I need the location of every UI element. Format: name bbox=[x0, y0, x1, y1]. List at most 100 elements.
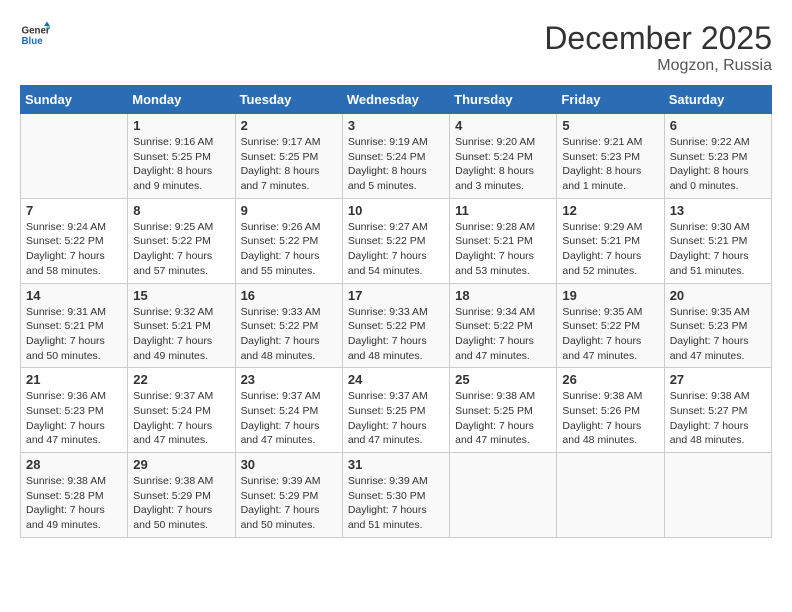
col-friday: Friday bbox=[557, 86, 664, 114]
calendar-cell-w4-d2: 22 Sunrise: 9:37 AMSunset: 5:24 PMDayligh… bbox=[128, 368, 235, 453]
calendar-table: Sunday Monday Tuesday Wednesday Thursday… bbox=[20, 85, 772, 538]
calendar-cell-w1-d6: 5Sunrise: 9:21 AMSunset: 5:23 PMDaylight… bbox=[557, 114, 664, 199]
calendar-cell-w3-d7: 20 Sunrise: 9:35 AMSunset: 5:23 PMDayligh… bbox=[664, 283, 771, 368]
calendar-cell-w1-d7: 6 Sunrise: 9:22 AMSunset: 5:23 PMDaylight… bbox=[664, 114, 771, 199]
day-info: Sunrise: 9:29 AMSunset: 5:21 PMDaylight:… bbox=[562, 220, 658, 279]
calendar-cell-w4-d6: 26 Sunrise: 9:38 AMSunset: 5:26 PMDayligh… bbox=[557, 368, 664, 453]
calendar-cell-w5-d4: 31Sunrise: 9:39 AMSunset: 5:30 PMDayligh… bbox=[342, 453, 449, 538]
day-info: Sunrise: 9:37 AMSunset: 5:24 PMDaylight:… bbox=[241, 389, 337, 448]
day-number: 23 bbox=[241, 372, 337, 387]
day-number: 2 bbox=[241, 118, 337, 133]
calendar-cell-w5-d1: 28Sunrise: 9:38 AMSunset: 5:28 PMDayligh… bbox=[21, 453, 128, 538]
day-info: Sunrise: 9:27 AMSunset: 5:22 PMDaylight:… bbox=[348, 220, 444, 279]
day-info: Sunrise: 9:38 AMSunset: 5:26 PMDaylight:… bbox=[562, 389, 658, 448]
day-info: Sunrise: 9:31 AMSunset: 5:21 PMDaylight:… bbox=[26, 305, 122, 364]
svg-text:General: General bbox=[22, 26, 51, 37]
calendar-cell-w2-d2: 8Sunrise: 9:25 AMSunset: 5:22 PMDaylight… bbox=[128, 198, 235, 283]
calendar-cell-w5-d2: 29 Sunrise: 9:38 AMSunset: 5:29 PMDayligh… bbox=[128, 453, 235, 538]
col-saturday: Saturday bbox=[664, 86, 771, 114]
calendar-cell-w4-d7: 27Sunrise: 9:38 AMSunset: 5:27 PMDayligh… bbox=[664, 368, 771, 453]
calendar-cell-w4-d4: 24Sunrise: 9:37 AMSunset: 5:25 PMDayligh… bbox=[342, 368, 449, 453]
calendar-cell-w3-d6: 19 Sunrise: 9:35 AMSunset: 5:22 PMDayligh… bbox=[557, 283, 664, 368]
calendar-cell-w2-d3: 9Sunrise: 9:26 AMSunset: 5:22 PMDaylight… bbox=[235, 198, 342, 283]
calendar-cell-w2-d4: 10 Sunrise: 9:27 AMSunset: 5:22 PMDayligh… bbox=[342, 198, 449, 283]
day-number: 13 bbox=[670, 203, 766, 218]
day-info: Sunrise: 9:39 AMSunset: 5:29 PMDaylight:… bbox=[241, 474, 337, 533]
calendar-week-1: 1 Sunrise: 9:16 AMSunset: 5:25 PMDaylight… bbox=[21, 114, 772, 199]
day-number: 14 bbox=[26, 288, 122, 303]
logo-icon: General Blue bbox=[20, 20, 50, 50]
day-info: Sunrise: 9:24 AMSunset: 5:22 PMDaylight:… bbox=[26, 220, 122, 279]
calendar-cell-w3-d2: 15 Sunrise: 9:32 AMSunset: 5:21 PMDayligh… bbox=[128, 283, 235, 368]
day-number: 17 bbox=[348, 288, 444, 303]
calendar-cell-w4-d5: 25Sunrise: 9:38 AMSunset: 5:25 PMDayligh… bbox=[450, 368, 557, 453]
day-info: Sunrise: 9:25 AMSunset: 5:22 PMDaylight:… bbox=[133, 220, 229, 279]
calendar-week-5: 28Sunrise: 9:38 AMSunset: 5:28 PMDayligh… bbox=[21, 453, 772, 538]
calendar-cell-w5-d3: 30 Sunrise: 9:39 AMSunset: 5:29 PMDayligh… bbox=[235, 453, 342, 538]
calendar-header-row: Sunday Monday Tuesday Wednesday Thursday… bbox=[21, 86, 772, 114]
day-info: Sunrise: 9:34 AMSunset: 5:22 PMDaylight:… bbox=[455, 305, 551, 364]
calendar-cell-w2-d7: 13 Sunrise: 9:30 AMSunset: 5:21 PMDayligh… bbox=[664, 198, 771, 283]
day-info: Sunrise: 9:37 AMSunset: 5:24 PMDaylight:… bbox=[133, 389, 229, 448]
day-info: Sunrise: 9:22 AMSunset: 5:23 PMDaylight:… bbox=[670, 135, 766, 194]
day-info: Sunrise: 9:26 AMSunset: 5:22 PMDaylight:… bbox=[241, 220, 337, 279]
calendar-cell-w1-d1 bbox=[21, 114, 128, 199]
day-number: 18 bbox=[455, 288, 551, 303]
day-info: Sunrise: 9:17 AMSunset: 5:25 PMDaylight:… bbox=[241, 135, 337, 194]
day-number: 20 bbox=[670, 288, 766, 303]
calendar-cell-w1-d2: 1 Sunrise: 9:16 AMSunset: 5:25 PMDaylight… bbox=[128, 114, 235, 199]
calendar-cell-w2-d1: 7Sunrise: 9:24 AMSunset: 5:22 PMDaylight… bbox=[21, 198, 128, 283]
page-header: General Blue December 2025 Mogzon, Russi… bbox=[20, 20, 772, 75]
day-info: Sunrise: 9:33 AMSunset: 5:22 PMDaylight:… bbox=[348, 305, 444, 364]
col-monday: Monday bbox=[128, 86, 235, 114]
calendar-week-4: 21 Sunrise: 9:36 AMSunset: 5:23 PMDayligh… bbox=[21, 368, 772, 453]
col-thursday: Thursday bbox=[450, 86, 557, 114]
day-info: Sunrise: 9:36 AMSunset: 5:23 PMDaylight:… bbox=[26, 389, 122, 448]
title-block: December 2025 Mogzon, Russia bbox=[544, 20, 772, 75]
day-number: 21 bbox=[26, 372, 122, 387]
day-number: 22 bbox=[133, 372, 229, 387]
calendar-subtitle: Mogzon, Russia bbox=[544, 57, 772, 75]
calendar-cell-w1-d3: 2 Sunrise: 9:17 AMSunset: 5:25 PMDaylight… bbox=[235, 114, 342, 199]
calendar-cell-w4-d1: 21 Sunrise: 9:36 AMSunset: 5:23 PMDayligh… bbox=[21, 368, 128, 453]
day-number: 10 bbox=[348, 203, 444, 218]
day-number: 3 bbox=[348, 118, 444, 133]
day-number: 19 bbox=[562, 288, 658, 303]
col-tuesday: Tuesday bbox=[235, 86, 342, 114]
day-number: 4 bbox=[455, 118, 551, 133]
calendar-week-2: 7Sunrise: 9:24 AMSunset: 5:22 PMDaylight… bbox=[21, 198, 772, 283]
day-info: Sunrise: 9:35 AMSunset: 5:23 PMDaylight:… bbox=[670, 305, 766, 364]
day-info: Sunrise: 9:19 AMSunset: 5:24 PMDaylight:… bbox=[348, 135, 444, 194]
day-info: Sunrise: 9:32 AMSunset: 5:21 PMDaylight:… bbox=[133, 305, 229, 364]
calendar-cell-w2-d6: 12 Sunrise: 9:29 AMSunset: 5:21 PMDayligh… bbox=[557, 198, 664, 283]
day-info: Sunrise: 9:33 AMSunset: 5:22 PMDaylight:… bbox=[241, 305, 337, 364]
calendar-cell-w3-d5: 18 Sunrise: 9:34 AMSunset: 5:22 PMDayligh… bbox=[450, 283, 557, 368]
day-number: 27 bbox=[670, 372, 766, 387]
calendar-cell-w3-d1: 14 Sunrise: 9:31 AMSunset: 5:21 PMDayligh… bbox=[21, 283, 128, 368]
calendar-cell-w1-d4: 3 Sunrise: 9:19 AMSunset: 5:24 PMDaylight… bbox=[342, 114, 449, 199]
logo: General Blue bbox=[20, 20, 50, 50]
svg-text:Blue: Blue bbox=[22, 36, 44, 47]
day-number: 30 bbox=[241, 457, 337, 472]
day-info: Sunrise: 9:38 AMSunset: 5:28 PMDaylight:… bbox=[26, 474, 122, 533]
day-info: Sunrise: 9:38 AMSunset: 5:25 PMDaylight:… bbox=[455, 389, 551, 448]
calendar-cell-w5-d7 bbox=[664, 453, 771, 538]
day-number: 15 bbox=[133, 288, 229, 303]
day-number: 12 bbox=[562, 203, 658, 218]
calendar-cell-w4-d3: 23 Sunrise: 9:37 AMSunset: 5:24 PMDayligh… bbox=[235, 368, 342, 453]
day-number: 16 bbox=[241, 288, 337, 303]
day-number: 11 bbox=[455, 203, 551, 218]
day-number: 6 bbox=[670, 118, 766, 133]
day-number: 26 bbox=[562, 372, 658, 387]
day-info: Sunrise: 9:30 AMSunset: 5:21 PMDaylight:… bbox=[670, 220, 766, 279]
day-number: 29 bbox=[133, 457, 229, 472]
day-info: Sunrise: 9:16 AMSunset: 5:25 PMDaylight:… bbox=[133, 135, 229, 194]
day-info: Sunrise: 9:38 AMSunset: 5:29 PMDaylight:… bbox=[133, 474, 229, 533]
day-info: Sunrise: 9:39 AMSunset: 5:30 PMDaylight:… bbox=[348, 474, 444, 533]
day-info: Sunrise: 9:28 AMSunset: 5:21 PMDaylight:… bbox=[455, 220, 551, 279]
calendar-cell-w2-d5: 11 Sunrise: 9:28 AMSunset: 5:21 PMDayligh… bbox=[450, 198, 557, 283]
day-info: Sunrise: 9:35 AMSunset: 5:22 PMDaylight:… bbox=[562, 305, 658, 364]
day-info: Sunrise: 9:20 AMSunset: 5:24 PMDaylight:… bbox=[455, 135, 551, 194]
day-number: 1 bbox=[133, 118, 229, 133]
calendar-week-3: 14 Sunrise: 9:31 AMSunset: 5:21 PMDayligh… bbox=[21, 283, 772, 368]
